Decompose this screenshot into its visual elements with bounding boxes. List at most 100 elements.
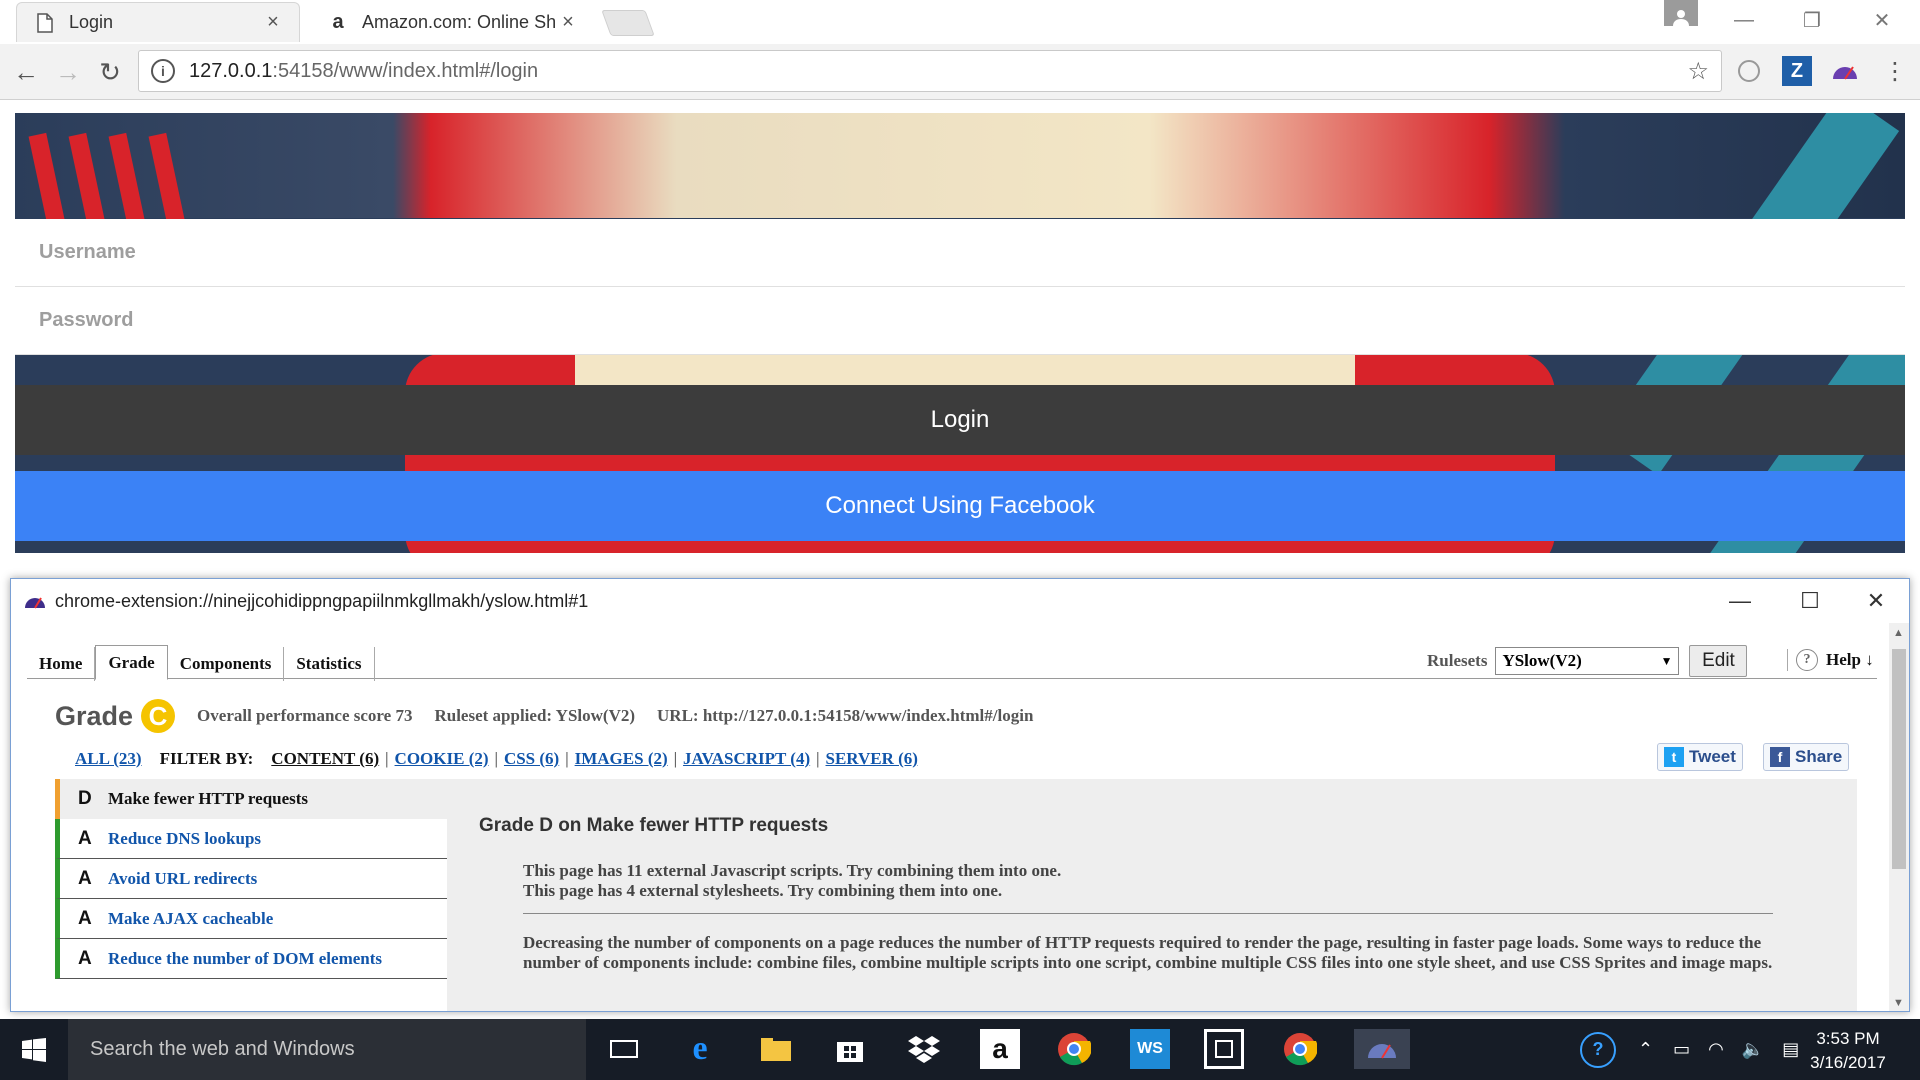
rule-item[interactable]: A Reduce DNS lookups [55,819,447,859]
share-button[interactable]: f Share [1763,743,1850,771]
tweet-label: Tweet [1689,747,1736,766]
yslow-icon[interactable] [1830,56,1860,86]
amazon-icon: a [332,10,344,33]
rule-title: Reduce DNS lookups [108,828,262,848]
chrome-icon-2[interactable] [1280,1029,1320,1069]
info-icon[interactable]: i [151,59,175,83]
file-explorer-icon[interactable] [756,1029,796,1069]
popup-close-icon[interactable]: ✕ [1841,579,1909,623]
facebook-connect-button[interactable]: Connect Using Facebook [15,471,1905,541]
address-bar[interactable]: i 127.0.0.1:54158/www/index.html#/login … [138,50,1722,92]
profile-icon[interactable] [1664,0,1698,26]
reload-icon[interactable]: ↻ [92,54,128,90]
yslow-window-icon[interactable] [1354,1029,1410,1069]
twitter-bird-icon: t [1664,747,1684,767]
rule-item[interactable]: A Reduce the number of DOM elements [55,939,447,979]
webstorm-icon[interactable]: WS [1130,1029,1170,1069]
password-field[interactable] [15,287,1905,355]
rule-title: Reduce the number of DOM elements [108,948,383,968]
rule-item[interactable]: A Avoid URL redirects [55,859,447,899]
tab-login[interactable]: Login × [16,2,300,42]
close-tab-icon[interactable]: × [556,11,580,34]
detail-message: This page has 4 external stylesheets. Tr… [523,881,1003,900]
notifications-icon[interactable]: ▤ [1782,1039,1799,1060]
filter-css[interactable]: CSS (6) [504,749,559,769]
filter-content[interactable]: CONTENT (6) [271,749,379,769]
chrome-icon[interactable] [1054,1029,1094,1069]
task-view-icon[interactable] [604,1029,644,1069]
close-window-icon[interactable]: ✕ [1852,0,1912,40]
back-arrow-icon[interactable]: ← [8,54,44,90]
tab-home[interactable]: Home [27,647,96,681]
battery-icon[interactable]: ▭ [1673,1039,1690,1060]
rule-grade: A [78,907,92,929]
new-tab-button[interactable] [601,10,655,36]
filter-server[interactable]: SERVER (6) [826,749,918,769]
tab-amazon[interactable]: a Amazon.com: Online Sho × [310,2,594,42]
amazon-app-icon[interactable]: a [980,1029,1020,1069]
bookmark-star-icon[interactable]: ☆ [1687,57,1709,86]
rulesets-label: Rulesets [1427,651,1488,670]
wifi-icon[interactable]: ◠ [1708,1039,1724,1060]
zotero-icon[interactable]: Z [1782,56,1812,86]
rule-title: Avoid URL redirects [108,868,258,888]
menu-icon[interactable]: ⋮ [1880,56,1910,86]
detail-message: This page has 11 external Javascript scr… [523,861,1062,880]
restore-icon[interactable]: ❐ [1782,0,1842,40]
scrollbar-thumb[interactable] [1892,649,1906,869]
tab-components[interactable]: Components [168,647,285,681]
filter-all[interactable]: ALL (23) [75,749,142,769]
yslow-popup-window: chrome-extension://ninejjcohidippngpapii… [10,578,1910,1012]
windows-taskbar: Search the web and Windows e a WS ? ⌃ ▭ … [0,1019,1920,1080]
edit-button[interactable]: Edit [1689,645,1748,677]
close-tab-icon[interactable]: × [261,11,285,34]
url-path: :54158/www/index.html#/login [272,59,539,82]
help-menu[interactable]: ? Help ↓ [1787,649,1874,671]
minimize-icon[interactable]: — [1714,0,1774,40]
username-field[interactable] [15,219,1905,287]
detail-heading: Grade D on Make fewer HTTP requests [479,815,829,836]
taskbar-search[interactable]: Search the web and Windows [68,1019,586,1080]
edge-browser-icon[interactable]: e [680,1029,720,1069]
popup-scrollbar[interactable]: ▲ ▼ [1889,623,1909,1011]
popup-minimize-icon[interactable]: — [1705,579,1775,623]
login-button[interactable]: Login [15,385,1905,455]
tab-statistics[interactable]: Statistics [284,647,375,681]
rule-title: Make AJAX cacheable [108,908,274,928]
help-question-icon: ? [1796,649,1818,671]
scroll-down-icon[interactable]: ▼ [1893,997,1904,1009]
clock[interactable]: 3:53 PM 3/16/2017 [1808,1027,1888,1075]
store-icon[interactable] [830,1029,870,1069]
scroll-up-icon[interactable]: ▲ [1893,627,1904,639]
volume-icon[interactable]: 🔈 [1742,1039,1764,1060]
grade-title: Grade [55,700,134,731]
tweet-button[interactable]: t Tweet [1657,743,1743,771]
rule-grade: A [78,827,92,849]
chevron-up-icon[interactable]: ⌃ [1638,1039,1653,1060]
system-tray: ? ⌃ ▭ ◠ 🔈 ▤ [1580,1019,1799,1080]
updates-icon[interactable]: ? [1580,1031,1616,1068]
filter-cookie[interactable]: COOKIE (2) [395,749,489,769]
extension-circle-icon[interactable] [1734,56,1764,86]
ruleset-select[interactable]: YSlow(V2) ▼ [1495,647,1680,675]
rule-grade: A [78,867,92,889]
password-input[interactable] [39,309,1905,332]
filter-by-label: FILTER BY: [159,749,254,768]
forward-arrow-icon[interactable]: → [50,54,86,90]
detail-divider [523,913,1773,914]
dropbox-icon[interactable] [904,1029,944,1069]
popup-titlebar: chrome-extension://ninejjcohidippngpapii… [11,579,1909,623]
username-input[interactable] [39,241,1905,264]
filter-images[interactable]: IMAGES (2) [575,749,668,769]
ruleset-applied: Ruleset applied: YSlow(V2) [434,706,636,725]
yslow-logo-icon [25,597,45,609]
rule-item[interactable]: D Make fewer HTTP requests [55,779,447,819]
rule-title: Make fewer HTTP requests [108,789,309,808]
rule-item[interactable]: A Make AJAX cacheable [55,899,447,939]
tab-grade[interactable]: Grade [95,645,168,680]
popup-maximize-icon[interactable]: ☐ [1775,579,1845,623]
code-app-icon[interactable] [1204,1029,1244,1069]
filter-javascript[interactable]: JAVASCRIPT (4) [683,749,810,769]
start-button[interactable] [0,1019,68,1080]
tab-label: Login [69,12,114,32]
